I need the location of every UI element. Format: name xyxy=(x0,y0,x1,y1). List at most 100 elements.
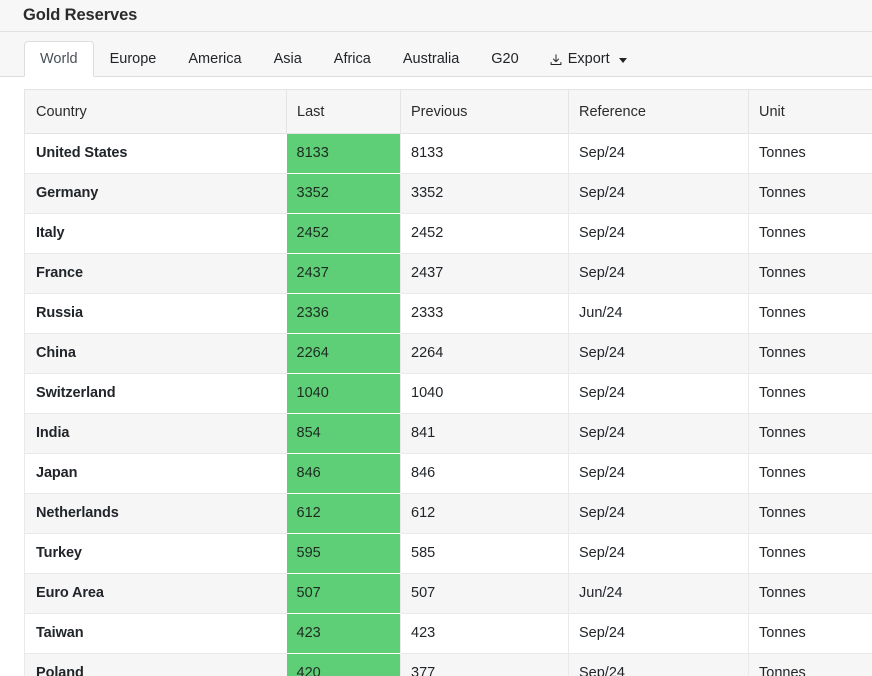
cell-last: 507 xyxy=(286,573,401,614)
column-header-last[interactable]: Last xyxy=(286,89,401,134)
tab-label: America xyxy=(188,51,242,67)
cell-country: Euro Area xyxy=(24,573,287,614)
cell-country: France xyxy=(24,253,287,294)
cell-last: 612 xyxy=(286,493,401,534)
cell-last: 1040 xyxy=(286,373,401,414)
tab-label: G20 xyxy=(491,51,519,67)
cell-last: 2452 xyxy=(286,213,401,254)
cell-previous: 846 xyxy=(400,453,569,494)
cell-country: Taiwan xyxy=(24,613,287,654)
cell-unit: Tonnes xyxy=(748,213,872,254)
cell-country: United States xyxy=(24,133,287,174)
cell-country: China xyxy=(24,333,287,374)
tab-g20[interactable]: G20 xyxy=(475,41,534,77)
table-header: Country Last Previous Reference Unit xyxy=(24,89,872,134)
cell-reference: Sep/24 xyxy=(568,413,749,454)
cell-previous: 507 xyxy=(400,573,569,614)
tab-africa[interactable]: Africa xyxy=(318,41,387,77)
cell-previous: 2333 xyxy=(400,293,569,334)
tab-strip: World Europe America Asia Africa Austral… xyxy=(0,32,872,77)
table-row[interactable]: Turkey 595 585 Sep/24 Tonnes xyxy=(24,533,872,574)
cell-previous: 612 xyxy=(400,493,569,534)
cell-unit: Tonnes xyxy=(748,493,872,534)
tab-label: Asia xyxy=(273,51,302,67)
cell-country: Switzerland xyxy=(24,373,287,414)
cell-last: 8133 xyxy=(286,133,401,174)
tab-asia[interactable]: Asia xyxy=(258,41,318,77)
cell-last: 846 xyxy=(286,453,401,494)
cell-country: Germany xyxy=(24,173,287,214)
table-row[interactable]: Switzerland 1040 1040 Sep/24 Tonnes xyxy=(24,373,872,414)
title-bar: Gold Reserves xyxy=(0,0,872,32)
table-row[interactable]: Russia 2336 2333 Jun/24 Tonnes xyxy=(24,293,872,334)
download-icon xyxy=(549,53,563,67)
cell-unit: Tonnes xyxy=(748,573,872,614)
table-row[interactable]: Euro Area 507 507 Jun/24 Tonnes xyxy=(24,573,872,614)
tab-america[interactable]: America xyxy=(172,41,257,77)
column-header-country[interactable]: Country xyxy=(24,89,287,134)
cell-previous: 423 xyxy=(400,613,569,654)
cell-reference: Sep/24 xyxy=(568,213,749,254)
cell-reference: Sep/24 xyxy=(568,333,749,374)
cell-reference: Sep/24 xyxy=(568,133,749,174)
table-row[interactable]: Italy 2452 2452 Sep/24 Tonnes xyxy=(24,213,872,254)
cell-unit: Tonnes xyxy=(748,253,872,294)
table-row[interactable]: France 2437 2437 Sep/24 Tonnes xyxy=(24,253,872,294)
cell-country: Italy xyxy=(24,213,287,254)
cell-country: Netherlands xyxy=(24,493,287,534)
tab-europe[interactable]: Europe xyxy=(94,41,173,77)
cell-country: Russia xyxy=(24,293,287,334)
cell-unit: Tonnes xyxy=(748,373,872,414)
tab-australia[interactable]: Australia xyxy=(387,41,475,77)
gold-reserves-table: Country Last Previous Reference Unit Uni… xyxy=(24,89,872,676)
cell-previous: 2437 xyxy=(400,253,569,294)
export-dropdown-button[interactable]: Export xyxy=(535,41,641,77)
table-row[interactable]: United States 8133 8133 Sep/24 Tonnes xyxy=(24,133,872,174)
table-row[interactable]: China 2264 2264 Sep/24 Tonnes xyxy=(24,333,872,374)
cell-reference: Jun/24 xyxy=(568,573,749,614)
cell-reference: Sep/24 xyxy=(568,253,749,294)
cell-previous: 8133 xyxy=(400,133,569,174)
cell-previous: 377 xyxy=(400,653,569,676)
tab-label: Africa xyxy=(333,51,371,67)
cell-unit: Tonnes xyxy=(748,173,872,214)
cell-last: 854 xyxy=(286,413,401,454)
cell-previous: 2264 xyxy=(400,333,569,374)
tab-world[interactable]: World xyxy=(24,41,94,77)
cell-reference: Sep/24 xyxy=(568,493,749,534)
column-header-unit[interactable]: Unit xyxy=(748,89,872,134)
cell-reference: Sep/24 xyxy=(568,453,749,494)
cell-country: Turkey xyxy=(24,533,287,574)
tab-label: Australia xyxy=(402,51,460,67)
cell-unit: Tonnes xyxy=(748,453,872,494)
table-row[interactable]: Japan 846 846 Sep/24 Tonnes xyxy=(24,453,872,494)
column-header-previous[interactable]: Previous xyxy=(400,89,569,134)
cell-last: 2264 xyxy=(286,333,401,374)
cell-unit: Tonnes xyxy=(748,653,872,676)
cell-previous: 3352 xyxy=(400,173,569,214)
column-header-reference[interactable]: Reference xyxy=(568,89,749,134)
tab-label: World xyxy=(40,51,78,67)
cell-reference: Jun/24 xyxy=(568,293,749,334)
cell-reference: Sep/24 xyxy=(568,173,749,214)
table-header-row: Country Last Previous Reference Unit xyxy=(24,89,872,134)
cell-last: 3352 xyxy=(286,173,401,214)
export-label: Export xyxy=(567,51,610,67)
cell-unit: Tonnes xyxy=(748,133,872,174)
cell-last: 423 xyxy=(286,613,401,654)
cell-last: 2437 xyxy=(286,253,401,294)
cell-last: 420 xyxy=(286,653,401,676)
table-row[interactable]: Poland 420 377 Sep/24 Tonnes xyxy=(24,653,872,676)
table-row[interactable]: India 854 841 Sep/24 Tonnes xyxy=(24,413,872,454)
table-row[interactable]: Germany 3352 3352 Sep/24 Tonnes xyxy=(24,173,872,214)
page-title: Gold Reserves xyxy=(23,6,138,24)
cell-previous: 841 xyxy=(400,413,569,454)
table-scroll-region[interactable]: Country Last Previous Reference Unit Uni… xyxy=(24,89,872,676)
cell-country: India xyxy=(24,413,287,454)
table-row[interactable]: Taiwan 423 423 Sep/24 Tonnes xyxy=(24,613,872,654)
cell-last: 595 xyxy=(286,533,401,574)
cell-previous: 1040 xyxy=(400,373,569,414)
cell-reference: Sep/24 xyxy=(568,613,749,654)
cell-reference: Sep/24 xyxy=(568,373,749,414)
table-row[interactable]: Netherlands 612 612 Sep/24 Tonnes xyxy=(24,493,872,534)
